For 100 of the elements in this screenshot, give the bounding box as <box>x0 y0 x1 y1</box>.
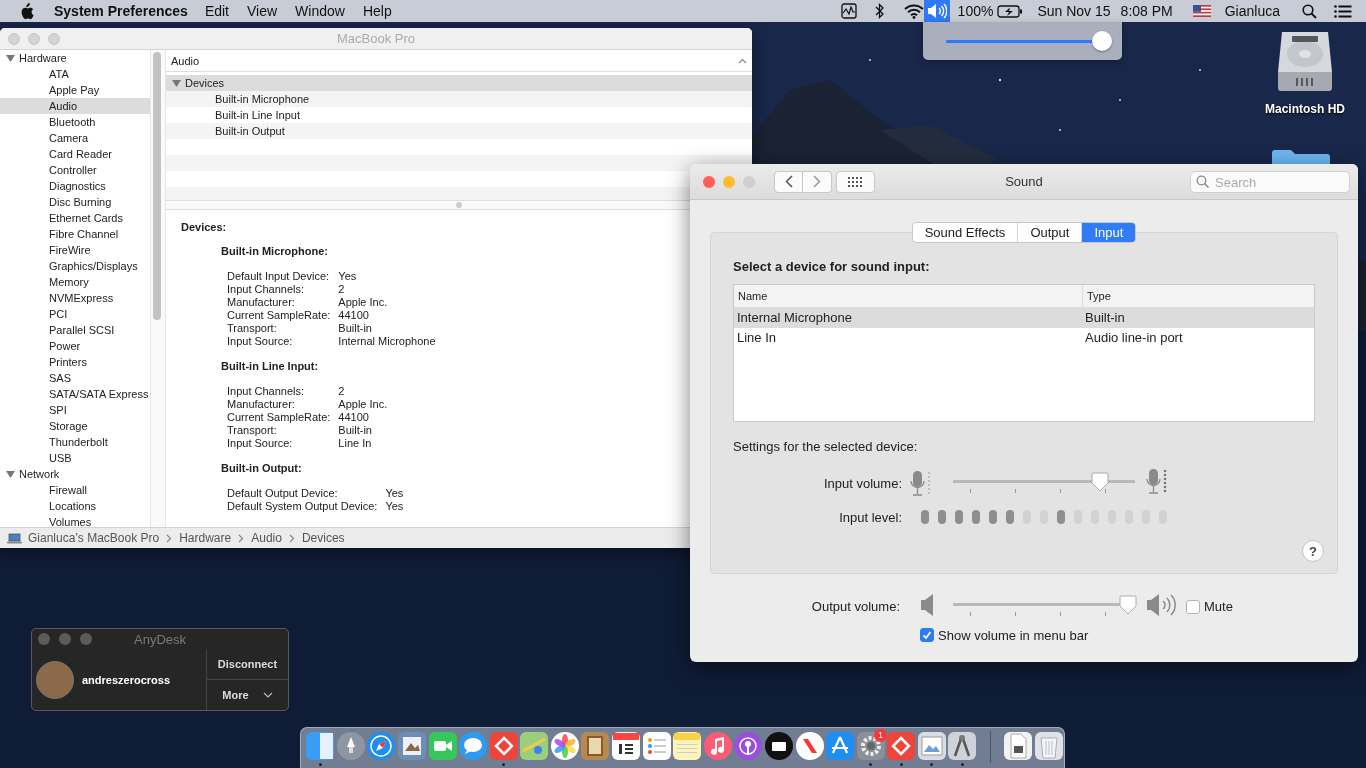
sidebar-item[interactable]: Hardware <box>0 50 150 66</box>
list-icon[interactable] <box>1334 4 1352 18</box>
notepad-icon[interactable] <box>672 731 703 761</box>
path-item[interactable]: Gianluca’s MacBook Pro <box>28 531 160 545</box>
window-button[interactable] <box>38 633 50 645</box>
grid-button[interactable] <box>836 170 875 193</box>
tool-icon[interactable] <box>947 731 978 761</box>
sidebar-item[interactable]: Controller <box>0 162 150 178</box>
sidebar-item[interactable]: Card Reader <box>0 146 150 162</box>
sidebar-item[interactable]: Audio <box>0 98 150 114</box>
caret-up-icon[interactable] <box>738 57 747 64</box>
sidebar-item[interactable]: FireWire <box>0 242 150 258</box>
apple-logo[interactable] <box>19 2 34 20</box>
checkbox-label[interactable]: Show volume in menu bar <box>938 627 1089 643</box>
window-button[interactable] <box>80 633 92 645</box>
splitter-handle[interactable] <box>456 202 462 208</box>
app-store-icon[interactable] <box>825 731 856 761</box>
sidebar-item[interactable]: Graphics/Displays <box>0 258 150 274</box>
column-header[interactable]: Name <box>734 285 1082 307</box>
sidebar-item[interactable]: USB <box>0 450 150 466</box>
sidebar-item[interactable]: Network <box>0 466 150 482</box>
checkbox[interactable] <box>920 628 934 642</box>
app-icon[interactable] <box>763 731 794 761</box>
disclosure-triangle[interactable] <box>6 469 15 479</box>
compass-icon[interactable] <box>366 731 397 761</box>
sidebar-item[interactable]: Storage <box>0 418 150 434</box>
bluetooth-icon[interactable] <box>874 3 884 19</box>
sidebar-item[interactable]: Firewall <box>0 482 150 498</box>
search-field[interactable]: Search <box>1190 171 1350 193</box>
slider-thumb[interactable] <box>1092 30 1112 51</box>
rocket-icon[interactable] <box>335 731 366 761</box>
disconnect-button[interactable]: Disconnect <box>207 649 288 679</box>
sidebar-item[interactable]: PCI <box>0 306 150 322</box>
video-camera-icon[interactable] <box>427 731 458 761</box>
sidebar-item[interactable]: Printers <box>0 354 150 370</box>
slider-thumb[interactable] <box>1091 471 1110 492</box>
tab[interactable]: Sound Effects <box>912 223 1018 242</box>
sidebar-item[interactable]: Apple Pay <box>0 82 150 98</box>
column-header[interactable]: Audio <box>171 54 200 67</box>
sidebar-item[interactable]: Power <box>0 338 150 354</box>
sidebar-item[interactable]: SAS <box>0 370 150 386</box>
help-button[interactable]: ? <box>1302 540 1324 562</box>
caret-down-icon[interactable] <box>262 692 273 698</box>
menu-item[interactable]: Window <box>295 3 345 19</box>
activity-graph-icon[interactable] <box>840 3 857 19</box>
table-row[interactable]: Internal Microphone Built-in <box>734 308 1314 328</box>
checkbox-label[interactable]: Mute <box>1204 599 1233 614</box>
picture-frame-icon[interactable] <box>916 731 947 761</box>
wifi-icon[interactable] <box>903 3 924 19</box>
sidebar-item[interactable]: Camera <box>0 130 150 146</box>
gear-icon[interactable] <box>855 731 886 761</box>
sidebar-item[interactable]: Memory <box>0 274 150 290</box>
flag-icon[interactable] <box>1192 5 1211 17</box>
checkbox[interactable] <box>1186 599 1200 614</box>
disclosure-triangle[interactable] <box>6 53 15 63</box>
split-square-icon[interactable] <box>305 731 336 761</box>
list-item[interactable]: Built-in Microphone <box>166 91 752 107</box>
path-item[interactable]: Hardware <box>179 531 232 545</box>
menu-item[interactable]: Help <box>362 3 392 19</box>
close-button[interactable] <box>703 175 715 188</box>
date-text[interactable]: Sun Nov 15 <box>1037 3 1111 19</box>
checklist-icon[interactable] <box>641 731 672 761</box>
path-item[interactable]: Audio <box>251 531 282 545</box>
sidebar-item[interactable]: Ethernet Cards <box>0 210 150 226</box>
menu-item[interactable]: Edit <box>204 3 229 19</box>
sidebar-item[interactable]: Parallel SCSI <box>0 322 150 338</box>
music-note-icon[interactable] <box>702 731 733 761</box>
sidebar-item[interactable]: SATA/SATA Express <box>0 386 150 402</box>
podcast-icon[interactable] <box>733 731 764 761</box>
sidebar-item[interactable]: ATA <box>0 66 150 82</box>
list-item[interactable]: Built-in Line Input <box>166 107 752 123</box>
flower-icon[interactable] <box>549 731 580 761</box>
app-menu[interactable]: System Preferences <box>54 3 188 19</box>
chevron-right-icon[interactable] <box>813 175 821 188</box>
sidebar-item[interactable]: Disc Burning <box>0 194 150 210</box>
battery-icon[interactable] <box>997 4 1024 18</box>
device-table[interactable]: Name Type Internal Microphone Built-in Line In Audio line-in port <box>733 284 1315 422</box>
tab[interactable]: Input <box>1081 223 1136 242</box>
sidebar-item[interactable]: SPI <box>0 402 150 418</box>
more-button[interactable]: More <box>207 679 288 710</box>
window-button[interactable] <box>59 633 71 645</box>
hard-drive-icon[interactable] <box>1276 30 1334 94</box>
sidebar-item[interactable]: Diagnostics <box>0 178 150 194</box>
clock-text[interactable]: 8:08 PM <box>1120 3 1173 19</box>
grid-icon[interactable] <box>848 176 863 187</box>
list-item[interactable]: Devices <box>166 75 752 91</box>
table-row[interactable]: Line In Audio line-in port <box>734 328 1314 348</box>
trash-icon[interactable] <box>1033 731 1064 761</box>
search-icon[interactable] <box>1302 3 1317 19</box>
speech-bubble-icon[interactable] <box>458 731 489 761</box>
list-item[interactable]: Built-in Output <box>166 123 752 139</box>
sidebar-item[interactable]: Locations <box>0 498 150 514</box>
slider-thumb[interactable] <box>1118 594 1137 615</box>
sidebar-item[interactable]: Fibre Channel <box>0 226 150 242</box>
calendar-icon[interactable] <box>611 731 642 761</box>
sidebar-item[interactable]: Volumes <box>0 514 150 527</box>
folder-icon[interactable] <box>1272 150 1330 164</box>
disclosure-triangle[interactable] <box>172 78 181 88</box>
sidebar-item[interactable]: Bluetooth <box>0 114 150 130</box>
chevron-left-icon[interactable] <box>784 175 793 188</box>
